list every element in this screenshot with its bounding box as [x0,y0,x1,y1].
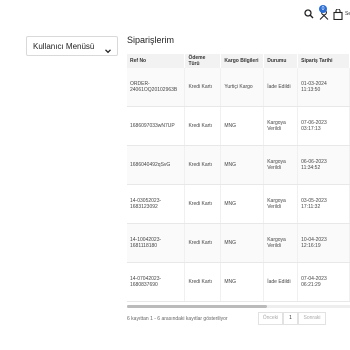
orders-table: Ref No Ödeme Türü Kargo Bilgileri Durumu… [127,54,350,302]
orders-table-container[interactable]: Ref No Ödeme Türü Kargo Bilgileri Durumu… [127,54,350,304]
table-row[interactable]: 1686040492qSvG Kredi Kartı MNG Kargoya V… [127,145,350,185]
page-title: Siparişlerim [127,35,175,45]
user-menu-label: Kullanıcı Menüsü [33,42,95,51]
payment-type-cell: Kredi Kartı [184,106,222,146]
previous-page-button[interactable]: Önceki [258,312,283,325]
payment-type-cell: Kredi Kartı [184,262,222,302]
ref-no-cell: 1686097033wN7UP [127,106,186,146]
order-date-cell: 10-04-2023 12:16:19 [297,223,350,263]
scrollbar-thumb[interactable] [127,305,267,308]
page-1-button[interactable]: 1 [283,312,298,325]
shipping-cell: MNG [220,223,265,263]
top-bar: 0 Se [0,0,350,30]
user-menu-dropdown[interactable]: Kullanıcı Menüsü [26,36,118,56]
status-cell: Kargoya Verildi [263,106,299,146]
chevron-down-icon [104,42,112,60]
order-date-cell: 01-03-2024 11:13:50 [297,68,350,107]
column-header-shipping-info[interactable]: Kargo Bilgileri [220,54,265,68]
shipping-cell: MNG [220,145,265,185]
horizontal-scrollbar[interactable] [127,305,350,308]
payment-type-cell: Kredi Kartı [184,184,222,224]
table-row[interactable]: 14-07042023-1680837690 Kredi Kartı MNG İ… [127,262,350,302]
order-date-cell: 07-04-2023 06:21:29 [297,262,350,302]
next-page-button[interactable]: Sonraki [298,312,326,325]
table-row[interactable]: ORDER-24061OQ20102963B Kredi Kartı Yurti… [127,68,350,107]
ref-no-cell: 14-03052023-1683123092 [127,184,186,224]
order-date-cell: 06-06-2023 11:34:52 [297,145,350,185]
status-cell: Kargoya Verildi [263,145,299,185]
shipping-cell: MNG [220,106,265,146]
status-cell: Kargoya Verildi [263,223,299,263]
payment-type-cell: Kredi Kartı [184,68,222,107]
status-cell: Kargoya Verildi [263,184,299,224]
column-header-ref-no[interactable]: Ref No [127,54,186,68]
table-row[interactable]: 1686097033wN7UP Kredi Kartı MNG Kargoya … [127,106,350,146]
ref-no-cell: 14-10042023-1681118180 [127,223,186,263]
ref-no-cell: 1686040492qSvG [127,145,186,185]
column-header-payment-type[interactable]: Ödeme Türü [184,54,222,68]
cart-label[interactable]: Se [345,11,350,17]
table-row[interactable]: 14-10042023-1681118180 Kredi Kartı MNG K… [127,223,350,263]
payment-type-cell: Kredi Kartı [184,145,222,185]
search-icon[interactable] [304,9,314,19]
order-date-cell: 03-05-2023 17:11:32 [297,184,350,224]
column-header-status[interactable]: Durumu [263,54,299,68]
status-cell: İade Edildi [263,262,299,302]
shipping-cell: MNG [220,262,265,302]
table-header-row: Ref No Ödeme Türü Kargo Bilgileri Durumu… [127,54,350,68]
order-date-cell: 07-06-2023 03:17:13 [297,106,350,146]
shipping-cell: Yurtiçi Kargo [220,68,265,107]
ref-no-cell: ORDER-24061OQ20102963B [127,68,186,107]
payment-type-cell: Kredi Kartı [184,223,222,263]
cart-count-badge: 0 [319,5,327,13]
shopping-bag-icon[interactable] [333,9,343,20]
shipping-cell: MNG [220,184,265,224]
column-header-order-date[interactable]: Sipariş Tarihi [297,54,350,68]
table-row[interactable]: 14-03052023-1683123092 Kredi Kartı MNG K… [127,184,350,224]
pagination-info: 6 kayıttan 1 - 6 arasındaki kayıtlar gös… [127,316,228,322]
status-cell: İade Edildi [263,68,299,107]
ref-no-cell: 14-07042023-1680837690 [127,262,186,302]
